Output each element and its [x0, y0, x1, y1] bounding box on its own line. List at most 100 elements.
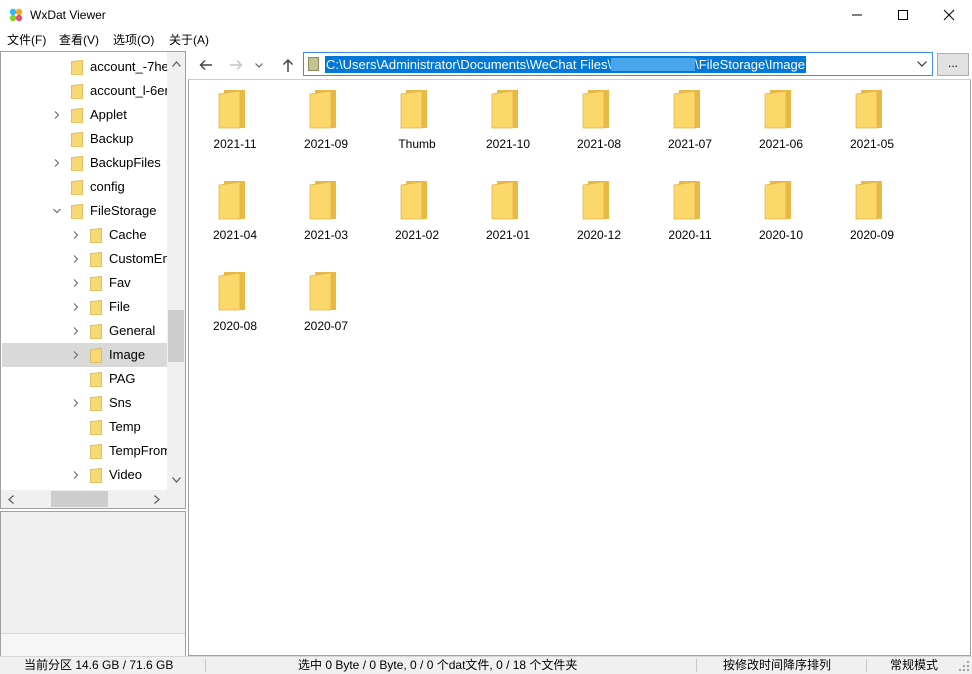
tree-horizontal-scroll-thumb[interactable] — [51, 491, 108, 507]
tree-collapsed-chevron-icon[interactable] — [70, 396, 82, 410]
folder-icon — [218, 272, 245, 311]
tree-item[interactable]: PAG — [2, 367, 167, 391]
folder-item[interactable]: 2020-07 — [280, 263, 364, 351]
folder-icon — [309, 90, 336, 129]
arrow-right-icon — [230, 60, 243, 70]
close-button[interactable] — [926, 0, 972, 30]
tree-item-label: Video — [109, 467, 143, 482]
scroll-corner — [167, 490, 185, 508]
tree-item[interactable]: Cache — [2, 223, 167, 247]
tree-item[interactable]: Image — [2, 343, 167, 367]
tree-vertical-scroll-thumb[interactable] — [168, 310, 184, 362]
close-icon — [943, 9, 955, 21]
tree-item-label: CustomEm — [109, 251, 167, 266]
folder-item[interactable]: 2021-09 — [280, 81, 364, 169]
folder-item[interactable]: 2021-02 — [371, 172, 455, 260]
folder-item[interactable]: 2020-12 — [553, 172, 637, 260]
folder-label: 2021-07 — [667, 137, 713, 151]
folder-item[interactable]: 2020-11 — [644, 172, 728, 260]
scroll-right-button[interactable] — [149, 491, 165, 507]
folder-item[interactable]: 2021-03 — [280, 172, 364, 260]
folder-item[interactable]: 2021-01 — [462, 172, 546, 260]
folder-label: 2020-08 — [212, 319, 258, 333]
folder-item[interactable]: 2020-08 — [189, 263, 273, 351]
status-separator — [866, 659, 867, 672]
folder-icon — [90, 420, 102, 435]
preview-panel-footer — [1, 633, 185, 656]
tree-item[interactable]: FileStorage — [2, 199, 167, 223]
status-mode[interactable]: 常规模式 — [890, 657, 954, 674]
folder-label: 2020-11 — [668, 228, 712, 242]
address-bar[interactable]: C:\Users\Administrator\Documents\WeChat … — [303, 52, 933, 76]
tree-expanded-chevron-icon[interactable] — [51, 204, 63, 218]
back-button[interactable] — [194, 54, 218, 76]
folder-item[interactable]: 2020-09 — [826, 172, 910, 260]
address-path[interactable]: C:\Users\Administrator\Documents\WeChat … — [325, 56, 806, 73]
folder-tree[interactable]: account_-7he account_l-6er Applet Backup Bac… — [0, 51, 186, 509]
recent-locations-button[interactable] — [251, 54, 267, 76]
folder-label: 2020-07 — [303, 319, 349, 333]
folder-item[interactable]: 2020-10 — [735, 172, 819, 260]
tree-item[interactable]: BackupFiles — [2, 151, 167, 175]
minimize-button[interactable] — [834, 0, 880, 30]
folder-icon — [71, 60, 83, 75]
tree-collapsed-chevron-icon[interactable] — [70, 324, 82, 338]
tree-item[interactable]: account_-7he — [2, 55, 167, 79]
tree-item[interactable]: General — [2, 319, 167, 343]
up-button[interactable] — [276, 54, 300, 76]
tree-horizontal-scrollbar[interactable] — [1, 490, 167, 508]
folder-item[interactable]: 2021-05 — [826, 81, 910, 169]
forward-button[interactable] — [224, 54, 248, 76]
folder-icon — [90, 396, 102, 411]
folder-item[interactable]: 2021-07 — [644, 81, 728, 169]
menu-file[interactable]: 文件(F) — [7, 32, 46, 48]
tree-item[interactable]: Fav — [2, 271, 167, 295]
folder-item[interactable]: 2021-10 — [462, 81, 546, 169]
scroll-left-button[interactable] — [3, 491, 19, 507]
folder-icon — [764, 181, 791, 220]
maximize-button[interactable] — [880, 0, 926, 30]
tree-item-label: account_l-6er — [90, 83, 167, 98]
arrow-up-icon — [282, 58, 294, 72]
tree-item[interactable]: File — [2, 295, 167, 319]
browse-button[interactable]: ... — [937, 53, 969, 76]
folder-item[interactable]: 2021-04 — [189, 172, 273, 260]
scroll-up-button[interactable] — [168, 56, 184, 72]
status-partition: 当前分区 14.6 GB / 71.6 GB — [24, 658, 174, 672]
tree-item[interactable]: config — [2, 175, 167, 199]
tree-item[interactable]: account_l-6er — [2, 79, 167, 103]
chevron-left-icon — [8, 494, 14, 504]
tree-collapsed-chevron-icon[interactable] — [70, 348, 82, 362]
tree-item[interactable]: CustomEm — [2, 247, 167, 271]
tree-item-label: Image — [109, 347, 146, 362]
status-sort-order[interactable]: 按修改时间降序排列 — [723, 657, 863, 674]
folder-item[interactable]: 2021-11 — [189, 81, 273, 169]
tree-collapsed-chevron-icon[interactable] — [70, 300, 82, 314]
tree-item[interactable]: Applet — [2, 103, 167, 127]
tree-collapsed-chevron-icon[interactable] — [70, 468, 82, 482]
folder-item[interactable]: 2021-06 — [735, 81, 819, 169]
tree-item[interactable]: Video — [2, 463, 167, 487]
menu-about[interactable]: 关于(A) — [169, 32, 209, 48]
folder-icon — [673, 90, 700, 129]
resize-grip-icon[interactable] — [958, 660, 970, 672]
folder-item[interactable]: Thumb — [371, 81, 455, 169]
tree-item[interactable]: Sns — [2, 391, 167, 415]
tree-collapsed-chevron-icon[interactable] — [70, 228, 82, 242]
folder-content-view[interactable]: 2021-11 2021-09 Thumb 2021-10 2021-08 2021-07… — [188, 79, 971, 656]
folder-icon — [673, 181, 700, 220]
tree-item[interactable]: Backup — [2, 127, 167, 151]
address-dropdown-button[interactable] — [912, 53, 932, 75]
tree-item[interactable]: Temp — [2, 415, 167, 439]
folder-item[interactable]: 2021-08 — [553, 81, 637, 169]
chevron-down-icon — [917, 61, 927, 67]
tree-collapsed-chevron-icon[interactable] — [70, 276, 82, 290]
tree-collapsed-chevron-icon[interactable] — [70, 252, 82, 266]
tree-vertical-scrollbar[interactable] — [167, 52, 185, 490]
scroll-down-button[interactable] — [168, 472, 184, 488]
tree-collapsed-chevron-icon[interactable] — [51, 156, 63, 170]
tree-item[interactable]: TempFrom — [2, 439, 167, 463]
menu-view[interactable]: 查看(V) — [59, 32, 99, 48]
menu-options[interactable]: 选项(O) — [113, 32, 154, 48]
tree-collapsed-chevron-icon[interactable] — [51, 108, 63, 122]
